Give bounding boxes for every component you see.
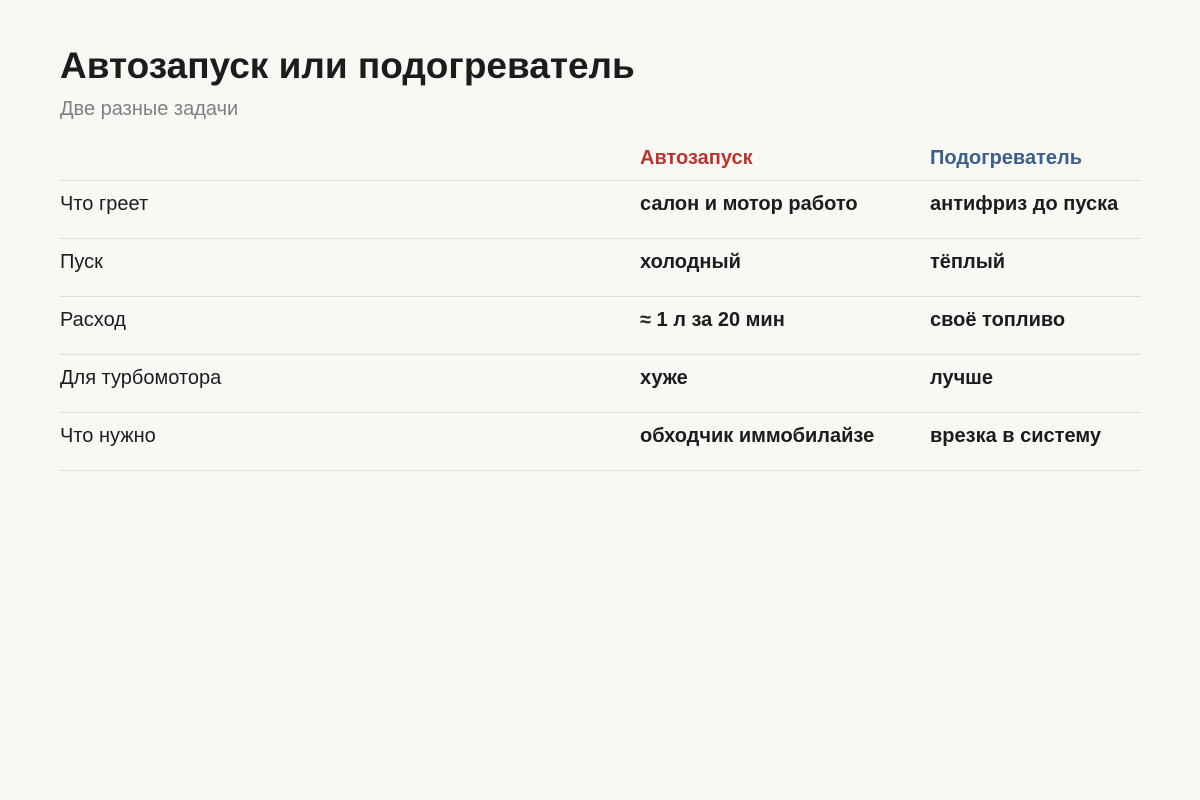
autostart-value: хуже <box>640 367 688 389</box>
table-row: Для турбомотора хуже лучше <box>60 355 1141 413</box>
page-title: Автозапуск или подогреватель <box>60 45 635 86</box>
column-header-heater: Подогреватель <box>930 146 1082 169</box>
heater-value: лучше <box>930 367 993 389</box>
row-label: Расход <box>60 309 126 331</box>
autostart-value: ≈ 1 л за 20 мин <box>640 309 785 331</box>
comparison-table: Автозапуск Подогреватель Что греет салон… <box>60 138 1141 471</box>
table-row: Что греет салон и мотор работо антифриз … <box>60 181 1141 239</box>
table-row: Пуск холодный тёплый <box>60 239 1141 297</box>
page-subtitle: Две разные задачи <box>60 98 239 120</box>
heater-value: тёплый <box>930 251 1006 273</box>
column-header-empty <box>60 138 620 180</box>
row-label: Что греет <box>60 193 149 215</box>
heater-value: антифриз до пуска <box>930 193 1119 215</box>
table-header-row: Автозапуск Подогреватель <box>60 138 1141 181</box>
autostart-value: обходчик иммобилайзе <box>640 425 875 447</box>
heater-value: своё топливо <box>930 309 1066 331</box>
autostart-value: холодный <box>640 251 741 273</box>
row-label: Что нужно <box>60 425 156 447</box>
column-header-autostart: Автозапуск <box>640 146 753 169</box>
table-row: Что нужно обходчик иммобилайзе врезка в … <box>60 413 1141 471</box>
row-label: Пуск <box>60 251 103 273</box>
heater-value: врезка в систему <box>930 425 1101 447</box>
row-label: Для турбомотора <box>60 367 222 389</box>
comparison-page: Автозапуск или подогреватель Две разные … <box>0 0 1200 800</box>
autostart-value: салон и мотор работо <box>640 193 858 215</box>
table-row: Расход ≈ 1 л за 20 мин своё топливо <box>60 297 1141 355</box>
